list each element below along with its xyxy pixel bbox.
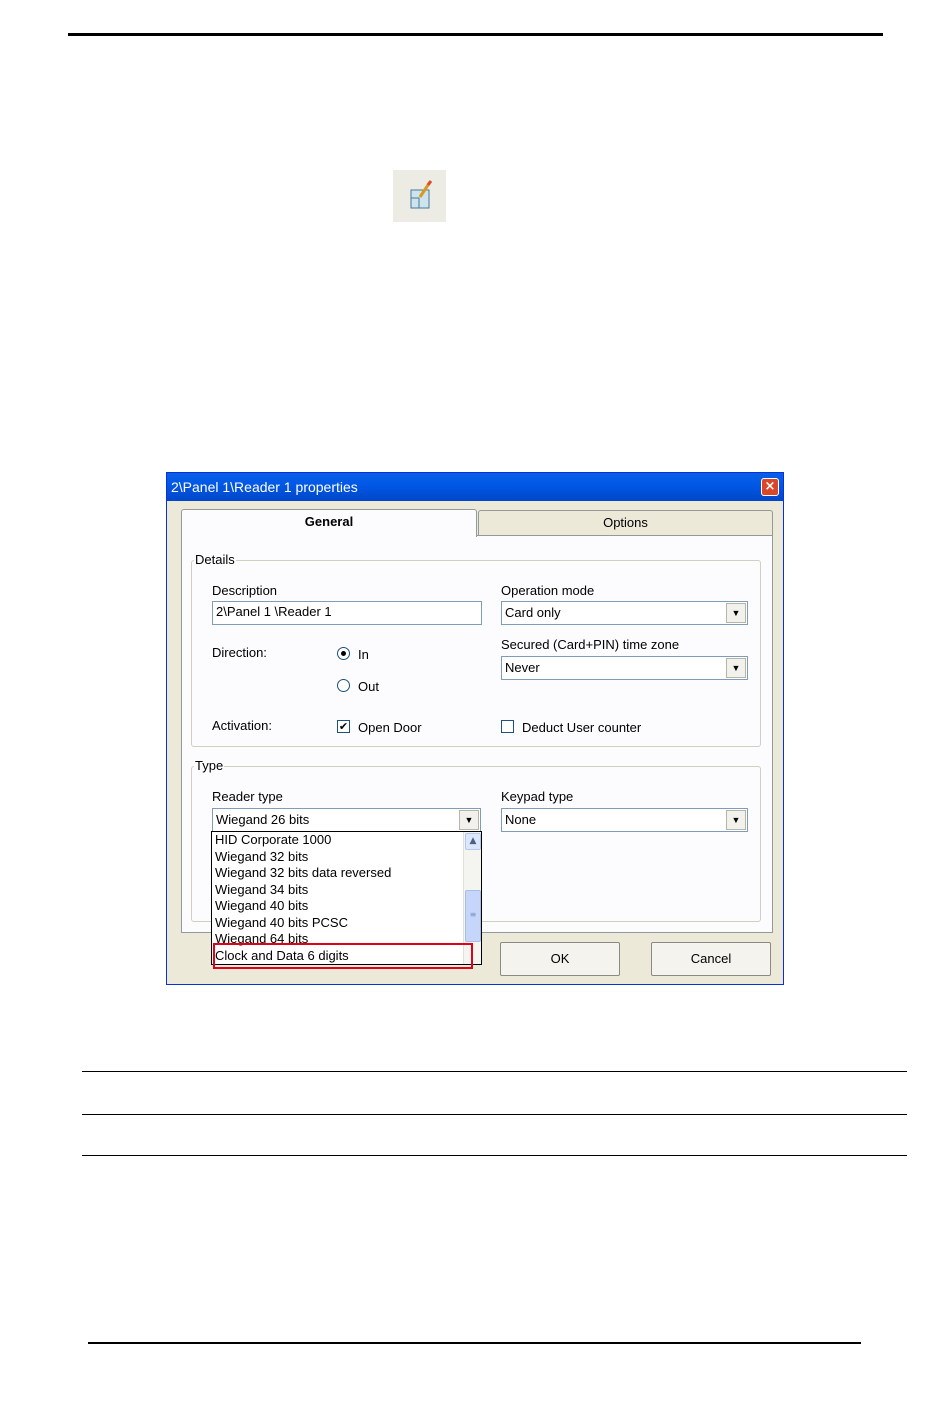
operation-mode-select[interactable]: Card only ▼ bbox=[501, 601, 748, 625]
deduct-user-counter-label: Deduct User counter bbox=[522, 720, 642, 735]
close-button[interactable]: × bbox=[761, 478, 779, 496]
direction-out-label: Out bbox=[358, 679, 379, 694]
secured-timezone-select[interactable]: Never ▼ bbox=[501, 656, 748, 680]
chevron-down-icon[interactable]: ▼ bbox=[459, 810, 479, 830]
list-item[interactable]: Wiegand 34 bits bbox=[215, 882, 308, 898]
tab-general[interactable]: General bbox=[181, 509, 477, 537]
details-group-label: Details bbox=[194, 552, 236, 567]
ok-button[interactable]: OK bbox=[500, 942, 620, 976]
open-door-checkbox[interactable]: ✔ bbox=[337, 720, 350, 733]
chevron-down-icon[interactable]: ▼ bbox=[726, 603, 746, 623]
radio-selected-dot bbox=[341, 651, 346, 656]
reader-type-select[interactable]: Wiegand 26 bits ▼ bbox=[212, 808, 481, 832]
dialog-title: 2\Panel 1\Reader 1 properties bbox=[171, 479, 358, 495]
bottom-rule bbox=[88, 1342, 861, 1344]
keypad-type-label: Keypad type bbox=[501, 789, 574, 804]
scroll-thumb[interactable]: ≡ bbox=[465, 890, 481, 942]
keypad-type-value: None bbox=[505, 812, 537, 827]
list-item[interactable]: Wiegand 40 bits PCSC bbox=[215, 915, 348, 931]
chevron-down-icon[interactable]: ▼ bbox=[726, 658, 746, 678]
type-group-label: Type bbox=[194, 758, 225, 773]
tab-options[interactable]: Options bbox=[478, 510, 773, 536]
operation-mode-label: Operation mode bbox=[501, 583, 595, 598]
secured-timezone-label: Secured (Card+PIN) time zone bbox=[501, 637, 680, 652]
cancel-button[interactable]: Cancel bbox=[651, 942, 771, 976]
edit-properties-icon bbox=[393, 170, 446, 222]
list-item[interactable]: Wiegand 40 bits bbox=[215, 898, 308, 914]
description-input[interactable]: 2\Panel 1 \Reader 1 bbox=[212, 601, 482, 625]
deduct-user-counter-checkbox[interactable] bbox=[501, 720, 514, 733]
dialog-titlebar[interactable]: 2\Panel 1\Reader 1 properties × bbox=[167, 473, 783, 501]
details-group: Details Description 2\Panel 1 \Reader 1 … bbox=[191, 552, 761, 747]
reader-type-label: Reader type bbox=[212, 789, 283, 804]
direction-label: Direction: bbox=[212, 645, 267, 660]
chevron-down-icon[interactable]: ▼ bbox=[726, 810, 746, 830]
reader-properties-dialog: 2\Panel 1\Reader 1 properties × General … bbox=[166, 472, 784, 985]
list-item[interactable]: HID Corporate 1000 bbox=[215, 832, 331, 848]
operation-mode-value: Card only bbox=[505, 605, 561, 620]
activation-label: Activation: bbox=[212, 718, 272, 733]
direction-out-radio[interactable] bbox=[337, 679, 350, 692]
direction-in-label: In bbox=[358, 647, 369, 662]
table-rule bbox=[82, 1114, 907, 1115]
reader-type-value: Wiegand 26 bits bbox=[216, 812, 310, 827]
secured-timezone-value: Never bbox=[505, 660, 540, 675]
highlight-box bbox=[213, 943, 473, 969]
list-item[interactable]: Wiegand 32 bits bbox=[215, 849, 308, 865]
description-label: Description bbox=[212, 583, 278, 598]
open-door-label: Open Door bbox=[358, 720, 422, 735]
scroll-up-icon[interactable]: ▲ bbox=[465, 833, 481, 850]
table-rule bbox=[82, 1071, 907, 1072]
keypad-type-select[interactable]: None ▼ bbox=[501, 808, 748, 832]
direction-in-radio[interactable] bbox=[337, 647, 350, 660]
list-item[interactable]: Wiegand 32 bits data reversed bbox=[215, 865, 391, 881]
top-rule bbox=[68, 33, 883, 36]
table-rule bbox=[82, 1155, 907, 1156]
